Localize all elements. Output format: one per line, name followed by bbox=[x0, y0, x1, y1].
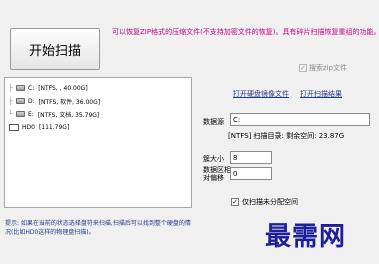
data-offset-label: 数据区相 对偏移 bbox=[203, 166, 231, 182]
disk-name: HD0 bbox=[22, 123, 35, 131]
drive-icon bbox=[16, 85, 25, 91]
unallocated-check-icon: ✓ bbox=[231, 197, 239, 206]
drive-letter: D: bbox=[28, 97, 35, 105]
scan-status-text: [NTFS] 扫描目录: 剩余空间: 23.87G bbox=[228, 132, 345, 140]
tree-branch-icon: ├ bbox=[8, 84, 13, 92]
hard-disk-icon bbox=[9, 123, 19, 131]
tree-branch-icon: ├ bbox=[8, 97, 13, 105]
tree-item-e[interactable]: └ E: [NTFS, 文档, 35.79G] bbox=[8, 108, 99, 120]
site-watermark-logo: 最需网 bbox=[265, 222, 347, 252]
tree-item-d[interactable]: ├ D: [NTFS, 软件, 36.00G] bbox=[8, 95, 100, 107]
drive-info: [NTFS, 软件, 36.00G] bbox=[38, 98, 101, 106]
search-zip-checkbox[interactable]: ✓ 搜索zip文件 bbox=[299, 63, 347, 73]
drive-tree[interactable]: ├ C: [NTFS, , 40.00G] ├ D: [NTFS, 软件, 36… bbox=[4, 77, 192, 208]
drive-info: [NTFS, 文档, 35.79G] bbox=[37, 111, 100, 119]
data-source-field[interactable]: C: bbox=[230, 113, 370, 126]
unallocated-only-label: 仅扫描未分配空间 bbox=[242, 198, 298, 206]
start-scan-button[interactable]: 开始扫描 bbox=[10, 28, 100, 70]
data-source-label: 数据源 bbox=[203, 118, 224, 126]
open-image-file-link[interactable]: 打开硬盘镜像文件 bbox=[233, 89, 289, 99]
tree-item-hd0[interactable]: HD0 [111.79G] bbox=[5, 121, 69, 133]
open-scan-results-link[interactable]: 打开扫描结果 bbox=[300, 89, 342, 99]
drive-letter: C: bbox=[28, 84, 35, 92]
disk-info: [111.79G] bbox=[38, 123, 70, 131]
hint-text: 提示: 如果在当前的状态选择盘符来扫描,扫描后可以找到整个硬盘的情况(比如HD0… bbox=[5, 220, 191, 236]
drive-info: [NTFS, , 40.00G] bbox=[38, 84, 88, 92]
tree-branch-icon: └ bbox=[8, 110, 13, 118]
drive-letter: E: bbox=[28, 110, 34, 118]
tree-item-c[interactable]: ├ C: [NTFS, , 40.00G] bbox=[8, 82, 88, 94]
search-zip-label: 搜索zip文件 bbox=[309, 64, 348, 72]
cluster-size-input[interactable]: 8 bbox=[230, 151, 272, 164]
cluster-size-label: 簇大小 bbox=[203, 155, 224, 163]
feature-notice: 可以恢复ZIP格式的压缩文件(不支持加密文件的恢复)。具有碎片扫描恢复重组的功能… bbox=[112, 28, 379, 36]
drive-icon bbox=[16, 111, 25, 117]
search-zip-check-icon: ✓ bbox=[299, 63, 307, 72]
drive-icon bbox=[16, 98, 25, 104]
unallocated-only-checkbox[interactable]: ✓ 仅扫描未分配空间 bbox=[231, 197, 298, 207]
data-offset-input[interactable]: 0 bbox=[230, 167, 272, 180]
